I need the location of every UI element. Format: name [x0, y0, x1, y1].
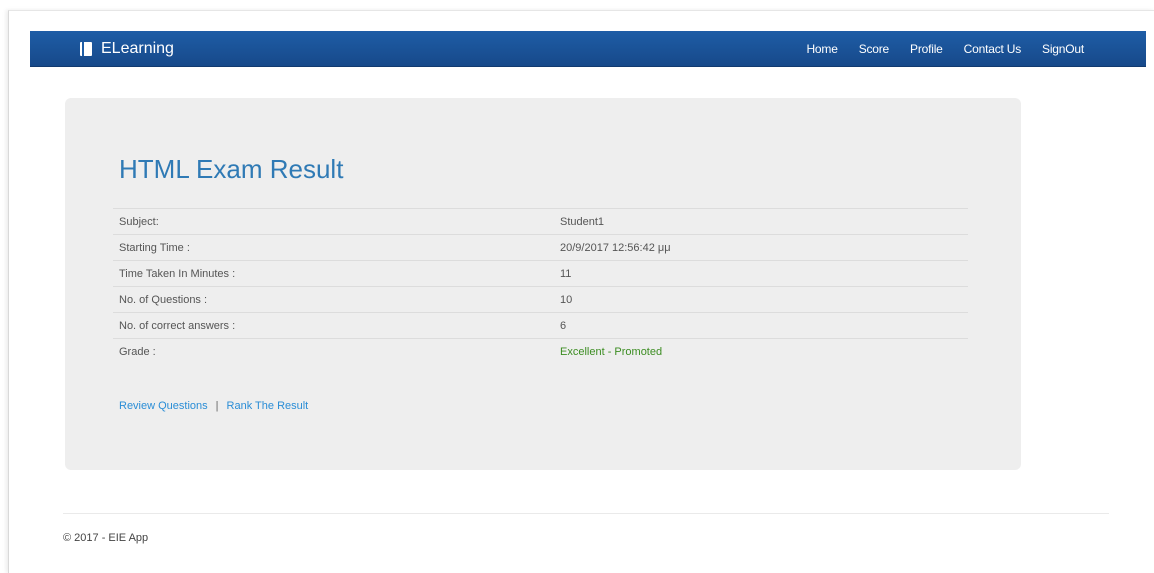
navbar: ELearning Home Score Profile Contact Us … [30, 31, 1146, 67]
correct-answers-value: 6 [554, 312, 968, 339]
nav-home[interactable]: Home [806, 42, 837, 56]
nav-links: Home Score Profile Contact Us SignOut [785, 31, 1084, 66]
result-actions: Review Questions | Rank The Result [119, 400, 308, 412]
table-row: No. of Questions : 10 [113, 286, 968, 313]
starting-time-label: Starting Time : [113, 234, 554, 261]
result-table: Subject: Student1 Starting Time : 20/9/2… [113, 208, 968, 364]
book-icon [80, 41, 92, 56]
grade-value: Excellent - Promoted [554, 338, 968, 364]
link-separator: | [215, 400, 219, 412]
questions-label: No. of Questions : [113, 286, 554, 313]
table-row: Time Taken In Minutes : 11 [113, 260, 968, 287]
time-taken-value: 11 [554, 260, 968, 287]
subject-label: Subject: [113, 208, 554, 235]
brand-link[interactable]: ELearning [80, 31, 174, 66]
questions-value: 10 [554, 286, 968, 313]
result-panel: HTML Exam Result Subject: Student1 Start… [65, 98, 1021, 470]
footer-copyright: © 2017 - EIE App [63, 532, 149, 544]
nav-profile[interactable]: Profile [910, 42, 943, 56]
correct-answers-label: No. of correct answers : [113, 312, 554, 339]
footer-divider [63, 513, 1109, 514]
page-title: HTML Exam Result [119, 154, 344, 184]
nav-score[interactable]: Score [859, 42, 890, 56]
nav-contact-us[interactable]: Contact Us [964, 42, 1022, 56]
review-questions-link[interactable]: Review Questions [119, 400, 208, 412]
grade-label: Grade : [113, 338, 554, 364]
nav-signout[interactable]: SignOut [1042, 42, 1084, 56]
starting-time-value: 20/9/2017 12:56:42 μμ [554, 234, 968, 261]
subject-value: Student1 [554, 208, 968, 235]
table-row: Grade : Excellent - Promoted [113, 338, 968, 364]
table-row: Starting Time : 20/9/2017 12:56:42 μμ [113, 234, 968, 261]
table-row: Subject: Student1 [113, 208, 968, 235]
table-row: No. of correct answers : 6 [113, 312, 968, 339]
brand-label: ELearning [101, 39, 174, 57]
time-taken-label: Time Taken In Minutes : [113, 260, 554, 287]
rank-result-link[interactable]: Rank The Result [227, 400, 309, 412]
